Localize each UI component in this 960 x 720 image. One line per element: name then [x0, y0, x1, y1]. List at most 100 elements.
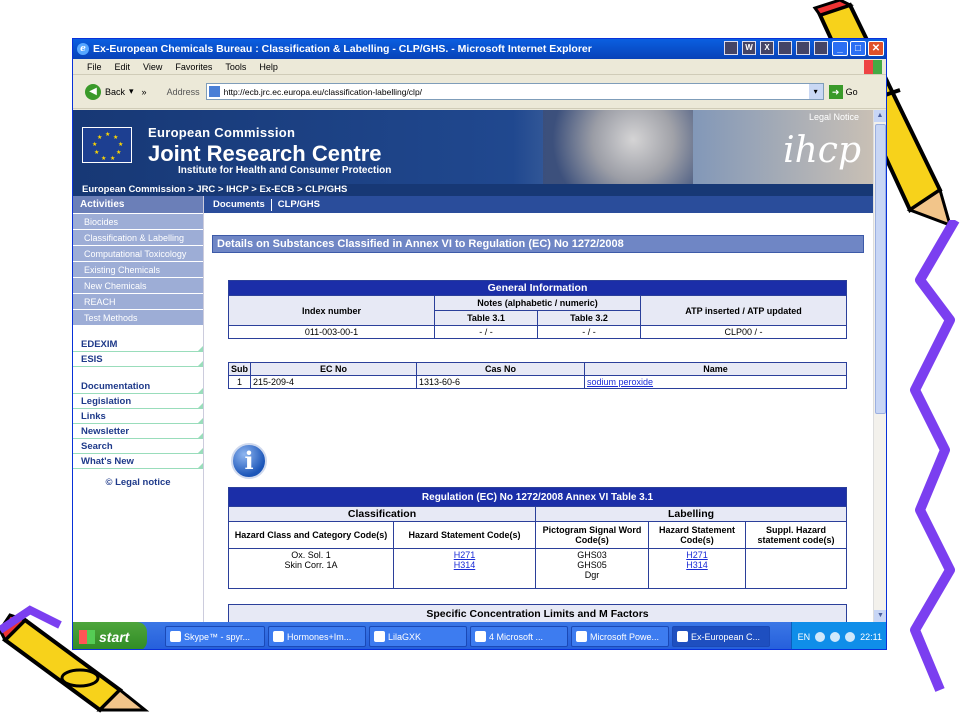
cas-no-value: 1313-60-6	[416, 375, 585, 389]
page-title: Details on Substances Classified in Anne…	[212, 235, 864, 253]
legal-notice-link[interactable]: Legal Notice	[809, 112, 859, 122]
address-dropdown-icon[interactable]: ▾	[808, 84, 823, 99]
tab-separator	[270, 198, 272, 211]
nav-biocides[interactable]: Biocides	[73, 213, 203, 229]
clock-icon[interactable]	[796, 41, 810, 55]
nav-existing-chemicals[interactable]: Existing Chemicals	[73, 261, 203, 277]
maximize-button[interactable]: □	[850, 41, 866, 56]
folder-icon[interactable]	[814, 41, 828, 55]
substance-name-link[interactable]: sodium peroxide	[587, 377, 653, 387]
scroll-down-icon[interactable]: ▼	[874, 610, 886, 622]
security-icon[interactable]	[830, 631, 841, 642]
label-h271-link[interactable]: H271	[686, 550, 708, 560]
nav-whats-new[interactable]: What's New	[73, 454, 203, 469]
nav-legal-notice[interactable]: © Legal notice	[73, 477, 203, 488]
col-label-hazard-statement: Hazard Statement Code(s)	[648, 521, 746, 549]
nav-documentation[interactable]: Documentation	[73, 379, 203, 394]
back-arrow-icon: ◀	[85, 83, 101, 100]
nav-new-chemicals[interactable]: New Chemicals	[73, 277, 203, 293]
task-powerpoint[interactable]: Microsoft Powe...	[571, 626, 669, 647]
col-name: Name	[584, 362, 847, 376]
clock: 22:11	[860, 631, 882, 642]
nav-reach[interactable]: REACH	[73, 293, 203, 309]
breadcrumb[interactable]: European Commission > JRC > IHCP > Ex-EC…	[73, 184, 873, 196]
scribble-clipart-right	[910, 220, 960, 692]
back-button[interactable]: ◀ Back ▾	[85, 83, 134, 100]
col-index-number: Index number	[228, 295, 435, 326]
task-hormones[interactable]: Hormones+Im...	[268, 626, 366, 647]
nav-esis[interactable]: ESIS	[73, 352, 203, 367]
folder-icon	[273, 631, 284, 642]
menu-view[interactable]: View	[143, 62, 162, 72]
go-button[interactable]: ➜ Go	[828, 84, 858, 99]
tab-documents[interactable]: Documents	[213, 199, 265, 210]
menu-edit[interactable]: Edit	[115, 62, 131, 72]
col-ec-no: EC No	[250, 362, 417, 376]
chart-icon[interactable]	[778, 41, 792, 55]
go-arrow-icon: ➜	[828, 84, 843, 99]
more-chevron-icon[interactable]: »	[142, 87, 147, 97]
hazard-class-1: Ox. Sol. 1	[291, 550, 331, 560]
address-url[interactable]: http://ecb.jrc.ec.europa.eu/classificati…	[224, 87, 422, 97]
tab-clp-ghs[interactable]: CLP/GHS	[278, 199, 320, 210]
nav-edexim[interactable]: EDEXIM	[73, 337, 203, 352]
col-pictogram: Pictogram Signal Word Code(s)	[535, 521, 649, 549]
nav-newsletter[interactable]: Newsletter	[73, 424, 203, 439]
menu-file[interactable]: File	[87, 62, 102, 72]
back-label: Back	[105, 86, 126, 97]
network-icon[interactable]	[815, 631, 826, 642]
menu-favorites[interactable]: Favorites	[175, 62, 212, 72]
h314-link[interactable]: H314	[454, 560, 476, 570]
back-dropdown-icon[interactable]: ▾	[129, 86, 134, 97]
close-button[interactable]: ✕	[868, 41, 884, 56]
notes-3-1-value: - / -	[434, 325, 538, 339]
nav-legislation[interactable]: Legislation	[73, 394, 203, 409]
col-sub: Sub	[228, 362, 251, 376]
quicklaunch-icon[interactable]	[724, 41, 738, 55]
col-hazard-statement: Hazard Statement Code(s)	[393, 521, 536, 549]
title-bar[interactable]: e Ex-European Chemicals Bureau : Classif…	[73, 39, 886, 59]
main-content: Details on Substances Classified in Anne…	[204, 213, 873, 622]
address-label: Address	[166, 86, 200, 97]
vertical-scrollbar[interactable]: ▲ ▼	[873, 110, 886, 622]
info-icon[interactable]: i	[231, 443, 267, 479]
system-tray: EN 22:11	[790, 622, 886, 649]
task-lilagxk[interactable]: LilaGXK	[369, 626, 467, 647]
general-info-title: General Information	[228, 280, 847, 296]
word-icon[interactable]: W	[742, 41, 756, 55]
nav-computational-toxicology[interactable]: Computational Toxicology	[73, 245, 203, 261]
windows-logo-icon	[864, 60, 882, 74]
scroll-up-icon[interactable]: ▲	[874, 110, 886, 122]
scroll-thumb[interactable]	[875, 124, 886, 414]
minimize-button[interactable]: _	[832, 41, 848, 56]
menu-help[interactable]: Help	[259, 62, 278, 72]
nav-links[interactable]: Links	[73, 409, 203, 424]
task-microsoft-word[interactable]: 4 Microsoft ...	[470, 626, 568, 647]
task-internet-explorer[interactable]: Ex-European C...	[672, 626, 770, 647]
nav-classification-labelling[interactable]: Classification & Labelling	[73, 229, 203, 245]
ie-icon	[677, 631, 688, 642]
classification-header: Classification	[228, 506, 536, 522]
eu-flag-logo: ★ ★ ★ ★ ★ ★ ★ ★ ★	[82, 127, 132, 163]
label-h314-link[interactable]: H314	[686, 560, 708, 570]
task-skype[interactable]: Skype™ - spyr...	[165, 626, 265, 647]
page-viewport: ★ ★ ★ ★ ★ ★ ★ ★ ★ European Commission Joint Re…	[73, 110, 873, 622]
start-button[interactable]: start	[73, 622, 147, 649]
nav-test-methods[interactable]: Test Methods	[73, 309, 203, 325]
powerpoint-icon	[576, 631, 587, 642]
index-number-value: 011-003-00-1	[228, 325, 435, 339]
jrc-title: Joint Research Centre	[148, 141, 382, 166]
folder-icon	[374, 631, 385, 642]
nav-search[interactable]: Search	[73, 439, 203, 454]
skype-tray-icon[interactable]	[845, 631, 856, 642]
activities-header: Activities	[73, 196, 203, 213]
laboratory-photo	[543, 110, 693, 184]
language-indicator[interactable]: EN	[798, 632, 811, 642]
excel-icon[interactable]: X	[760, 41, 774, 55]
h271-link[interactable]: H271	[454, 550, 476, 560]
scl-table-title: Specific Concentration Limits and M Fact…	[228, 604, 847, 622]
menu-tools[interactable]: Tools	[225, 62, 246, 72]
go-label: Go	[845, 86, 858, 97]
address-field[interactable]: http://ecb.jrc.ec.europa.eu/classificati…	[205, 83, 824, 100]
hazard-class-2: Skin Corr. 1A	[284, 560, 338, 570]
